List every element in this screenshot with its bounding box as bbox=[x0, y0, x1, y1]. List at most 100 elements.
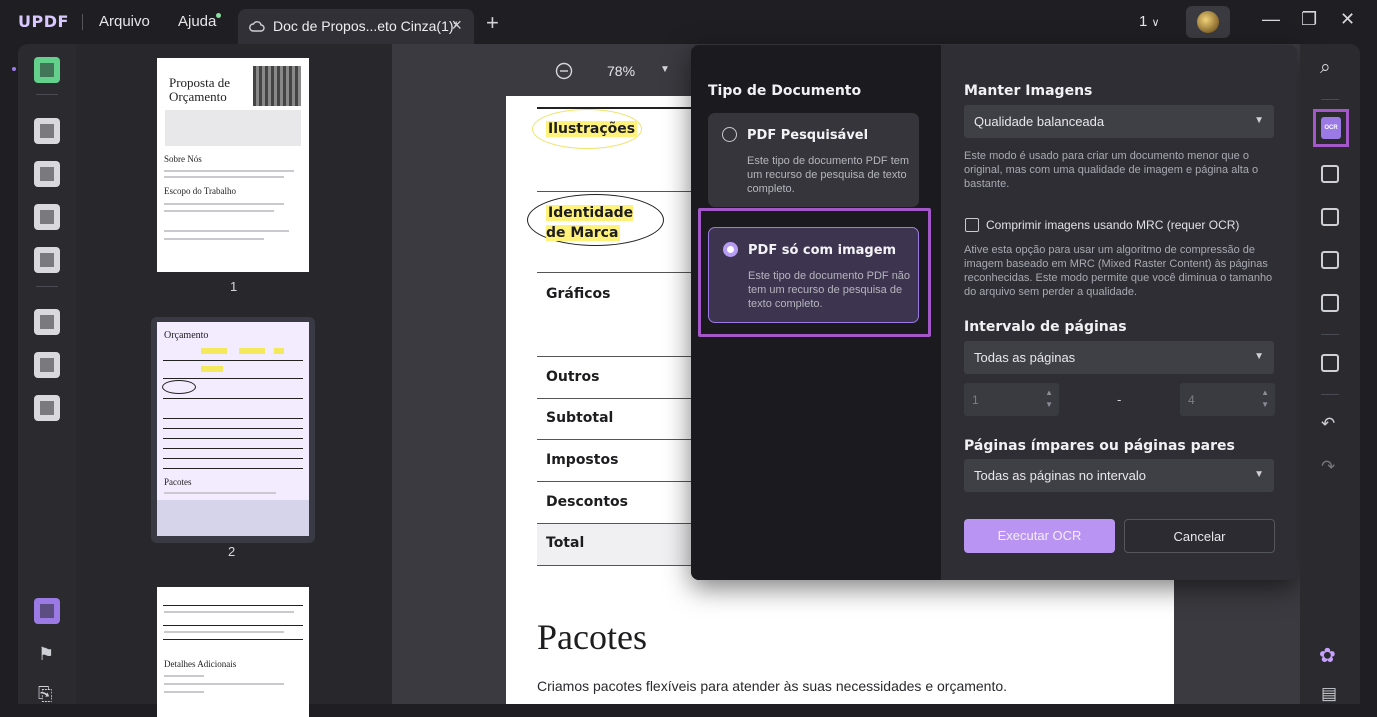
avatar[interactable] bbox=[1186, 6, 1230, 38]
mrc-checkbox[interactable] bbox=[965, 218, 979, 232]
select-value: Todas as páginas no intervalo bbox=[974, 468, 1147, 483]
thumb-title: Proposta de Orçamento bbox=[169, 75, 231, 104]
row-divider bbox=[537, 523, 697, 524]
comment-icon[interactable] bbox=[34, 118, 60, 144]
layers-icon[interactable] bbox=[34, 598, 60, 624]
thumb-gallery bbox=[165, 110, 301, 146]
avatar-image bbox=[1197, 11, 1219, 33]
text-line bbox=[164, 492, 276, 494]
table-line bbox=[163, 428, 303, 429]
table-line bbox=[163, 438, 303, 439]
undo-icon[interactable]: ↶ bbox=[1321, 414, 1335, 434]
close-icon[interactable]: ✕ bbox=[1340, 9, 1355, 30]
protect-file-icon[interactable] bbox=[1321, 208, 1339, 226]
chevron-down-icon: ∨ bbox=[1151, 17, 1160, 29]
row-total: Total bbox=[546, 535, 585, 551]
convert-icon[interactable] bbox=[1321, 165, 1339, 183]
stepper-arrows-icon[interactable]: ▲ ▼ bbox=[1261, 387, 1269, 411]
cloud-icon bbox=[249, 21, 265, 32]
highlight bbox=[201, 366, 223, 372]
section-body: Criamos pacotes flexíveis para atender à… bbox=[537, 678, 1008, 694]
attachment-icon[interactable]: ⎘ bbox=[38, 684, 52, 705]
chat-icon[interactable]: ▤ bbox=[1321, 684, 1337, 704]
mrc-help: Ative esta opção para usar um algoritmo … bbox=[964, 244, 1273, 298]
zoom-out-icon[interactable] bbox=[555, 62, 573, 80]
zoom-level[interactable]: 78% bbox=[607, 63, 635, 79]
updf-ai-icon[interactable]: ✿ bbox=[1319, 643, 1336, 668]
page-range-title: Intervalo de páginas bbox=[964, 319, 1127, 335]
crop-icon[interactable] bbox=[34, 352, 60, 378]
highlight bbox=[201, 348, 227, 354]
dropdown-caret-icon: ▼ bbox=[1254, 115, 1264, 126]
table-line bbox=[163, 418, 303, 419]
thumbnail-number: 1 bbox=[230, 279, 238, 294]
section-heading: Pacotes bbox=[537, 617, 647, 657]
cancel-button[interactable]: Cancelar bbox=[1124, 519, 1275, 553]
odd-even-title: Páginas ímpares ou páginas pares bbox=[964, 438, 1235, 454]
save-icon[interactable] bbox=[1321, 354, 1339, 372]
mail-icon[interactable] bbox=[1321, 294, 1339, 312]
text-line bbox=[164, 691, 204, 693]
page-selector[interactable]: 1 ∨ bbox=[1139, 13, 1160, 30]
new-tab-icon[interactable]: + bbox=[486, 10, 499, 36]
stepper-arrows-icon[interactable]: ▲ ▼ bbox=[1045, 387, 1053, 411]
text-line bbox=[164, 210, 274, 212]
thumbnail-page-3[interactable]: Detalhes Adicionais bbox=[157, 587, 309, 717]
form-icon[interactable] bbox=[34, 204, 60, 230]
table-line bbox=[163, 398, 303, 399]
page-range-select[interactable]: Todas as páginas ▼ bbox=[964, 341, 1274, 374]
thumb-section: Pacotes bbox=[164, 477, 192, 487]
edit-pdf-icon[interactable] bbox=[34, 161, 60, 187]
highlight bbox=[239, 348, 265, 354]
range-from-input[interactable]: 1 ▲ ▼ bbox=[964, 383, 1059, 416]
restore-icon[interactable]: ❐ bbox=[1301, 9, 1317, 30]
option-description: Este tipo de documento PDF tem um recurs… bbox=[747, 155, 910, 195]
search-icon[interactable]: ⌕ bbox=[1320, 57, 1331, 79]
reader-icon[interactable] bbox=[34, 57, 60, 83]
thumb-section: Escopo do Trabalho bbox=[164, 186, 236, 196]
active-indicator bbox=[12, 67, 16, 71]
share-icon[interactable] bbox=[1321, 251, 1339, 269]
range-to-input[interactable]: 4 ▲ ▼ bbox=[1180, 383, 1275, 416]
zoom-dropdown-icon[interactable]: ▼ bbox=[660, 64, 670, 75]
ocr-tool-button[interactable]: OCR bbox=[1313, 109, 1349, 147]
protect-icon[interactable] bbox=[34, 395, 60, 421]
table-line bbox=[163, 605, 303, 606]
menu-ajuda[interactable]: Ajuda bbox=[178, 13, 216, 30]
thumbnail-page-1[interactable]: Proposta de Orçamento Sobre Nós Escopo d… bbox=[157, 58, 309, 272]
odd-even-select[interactable]: Todas as páginas no intervalo ▼ bbox=[964, 459, 1274, 492]
fill-sign-icon[interactable] bbox=[34, 247, 60, 273]
text-line bbox=[164, 683, 284, 685]
left-toolbar: ⚑ ⎘ bbox=[18, 44, 76, 704]
organize-pages-icon[interactable] bbox=[34, 309, 60, 335]
row-subtotal: Subtotal bbox=[546, 410, 614, 426]
option-pdf-pesquisavel[interactable]: PDF Pesquisável Este tipo de documento P… bbox=[708, 113, 919, 207]
row-divider bbox=[537, 356, 697, 357]
thumb-title: Orçamento bbox=[164, 330, 209, 341]
doc-type-title: Tipo de Documento bbox=[708, 83, 862, 99]
highlight bbox=[274, 348, 284, 354]
run-ocr-button[interactable]: Executar OCR bbox=[964, 519, 1115, 553]
minimize-icon[interactable]: — bbox=[1262, 9, 1280, 30]
text-line bbox=[164, 230, 289, 232]
bookmark-icon[interactable]: ⚑ bbox=[38, 644, 54, 665]
thumb-building-image bbox=[253, 66, 301, 106]
menu-arquivo[interactable]: Arquivo bbox=[99, 13, 150, 30]
row-divider bbox=[537, 272, 697, 273]
tab-close-icon[interactable]: × bbox=[451, 15, 462, 36]
divider bbox=[1321, 99, 1339, 100]
divider bbox=[36, 94, 58, 95]
row-divider bbox=[537, 565, 697, 566]
keep-images-title: Manter Imagens bbox=[964, 83, 1093, 99]
table-line bbox=[163, 360, 303, 361]
keep-images-select[interactable]: Qualidade balanceada ▼ bbox=[964, 105, 1274, 138]
redo-icon[interactable]: ↷ bbox=[1321, 457, 1335, 477]
table-top-line bbox=[537, 107, 697, 109]
document-tab[interactable]: Doc de Propos...eto Cinza(1)* × bbox=[238, 9, 474, 44]
row-graficos: Gráficos bbox=[546, 286, 611, 302]
radio-pdf-pesquisavel[interactable] bbox=[722, 127, 737, 142]
thumbnail-page-2[interactable]: Orçamento Pacotes bbox=[157, 322, 309, 536]
text-line bbox=[164, 176, 284, 178]
table-line bbox=[163, 458, 303, 459]
mrc-label[interactable]: Comprimir imagens usando MRC (requer OCR… bbox=[986, 218, 1239, 232]
